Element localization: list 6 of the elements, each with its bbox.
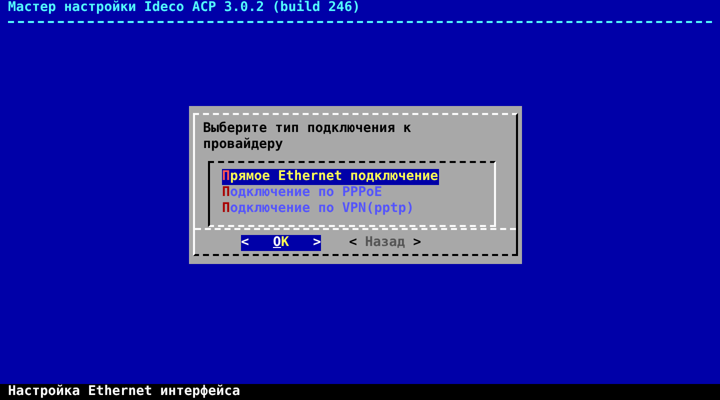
dialog-button[interactable]: < OK > bbox=[241, 235, 321, 251]
dialog-prompt: Выберите тип подключения к провайдеру bbox=[202, 120, 412, 153]
dialog-button[interactable]: < Назад > bbox=[349, 235, 422, 251]
window-title: Мастер настройки Ideco ACP 3.0.2 (build 246) bbox=[8, 0, 360, 16]
menu-item[interactable]: Прямое Ethernet подключение bbox=[222, 169, 440, 185]
status-bar-text: Настройка Ethernet интерфейса bbox=[8, 384, 240, 399]
